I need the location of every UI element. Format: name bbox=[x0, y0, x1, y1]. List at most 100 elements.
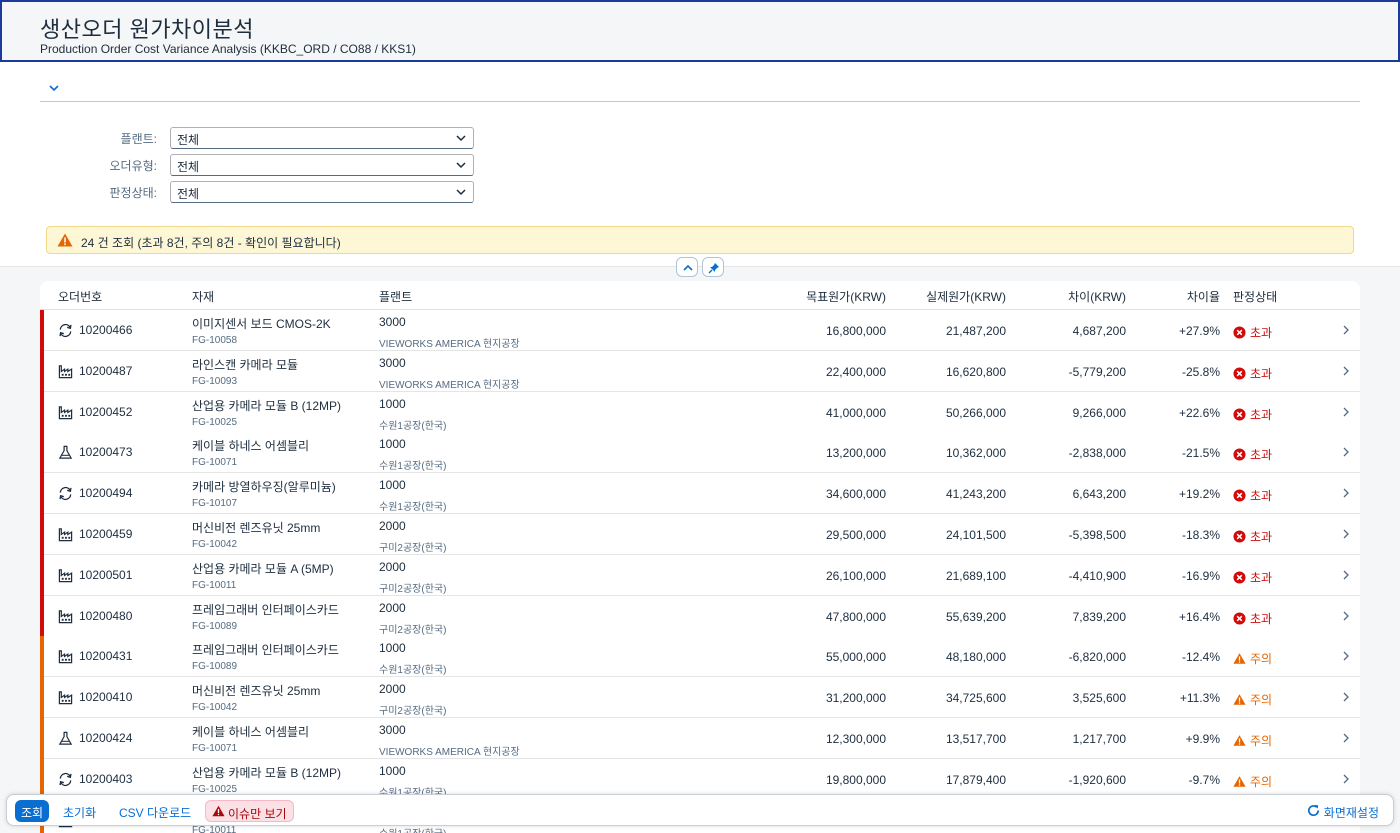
error-icon bbox=[1233, 326, 1250, 340]
chevron-right-icon[interactable] bbox=[1342, 691, 1350, 703]
status-text: 초과 bbox=[1250, 489, 1273, 504]
plant-name: VIEWORKS AMERICA 현지공장 bbox=[379, 339, 520, 350]
filter-status: 판정상태: 전체 bbox=[60, 181, 480, 203]
chevron-up-icon bbox=[683, 264, 693, 271]
col-variance-rate[interactable]: 차이율 bbox=[1187, 288, 1220, 305]
variance-amount: 4,687,200 bbox=[1072, 324, 1126, 338]
row-status-marker bbox=[40, 595, 44, 637]
order-number: 10200403 bbox=[79, 771, 133, 786]
material-code: FG-10042 bbox=[192, 702, 238, 714]
col-order[interactable]: 오더번호 bbox=[58, 288, 102, 305]
chevron-right-icon[interactable] bbox=[1342, 406, 1350, 418]
row-status-marker bbox=[40, 677, 44, 719]
col-material[interactable]: 자재 bbox=[192, 288, 214, 305]
refresh-icon bbox=[58, 323, 73, 338]
chevron-right-icon[interactable] bbox=[1342, 365, 1350, 377]
chevron-right-icon[interactable] bbox=[1342, 528, 1350, 540]
table-row[interactable]: 10200494 카메라 방열하우징(알루미늄) FG-10107 1000 수원1공장… bbox=[40, 473, 1360, 515]
material-name: 라인스캔 카메라 모듈 bbox=[192, 357, 299, 372]
variance-rate: -25.8% bbox=[1181, 364, 1220, 379]
variance-amount: -4,410,900 bbox=[1068, 568, 1126, 583]
chevron-right-icon[interactable] bbox=[1342, 324, 1350, 336]
error-icon bbox=[1233, 612, 1250, 626]
table-row[interactable]: 10200501 산업용 카메라 모듈 A (5MP) FG-10011 2000 구미… bbox=[40, 554, 1360, 596]
factory-icon bbox=[58, 364, 73, 379]
material-name: 케이블 하네스 어셈블리 bbox=[192, 725, 310, 739]
col-actual-cost[interactable]: 실제원가(KRW) bbox=[926, 288, 1006, 305]
csv-download-button[interactable]: CSV 다운로드 bbox=[113, 800, 197, 822]
plant-select-value: 전체 bbox=[177, 133, 200, 147]
table-row[interactable]: 10200410 머신비전 렌즈유닛 25mm FG-10042 2000 구미2공장(… bbox=[40, 677, 1360, 719]
status-badge: 초과 bbox=[1233, 487, 1272, 504]
page-subtitle: Production Order Cost Variance Analysis … bbox=[40, 42, 416, 56]
order-number: 10200452 bbox=[79, 404, 133, 419]
plant-name: VIEWORKS AMERICA 현지공장 bbox=[379, 379, 520, 391]
col-status[interactable]: 판정상태 bbox=[1233, 288, 1277, 305]
pin-header-button[interactable] bbox=[702, 257, 724, 277]
search-button[interactable]: 조회 bbox=[15, 800, 50, 822]
table-row[interactable]: 10200473 케이블 하네스 어셈블리 FG-10071 1000 수원1공장(한국… bbox=[40, 432, 1360, 474]
collapse-header-button[interactable] bbox=[676, 257, 698, 277]
col-target-cost[interactable]: 목표원가(KRW) bbox=[806, 288, 886, 305]
error-icon bbox=[1233, 530, 1250, 544]
chevron-right-icon[interactable] bbox=[1342, 773, 1350, 785]
reset-button[interactable]: 초기화 bbox=[57, 800, 102, 822]
results-table: 오더번호 자재 플랜트 목표원가(KRW) 실제원가(KRW) 차이(KRW) … bbox=[40, 281, 1360, 833]
variance-rate: -18.3% bbox=[1181, 528, 1220, 542]
chevron-right-icon[interactable] bbox=[1342, 487, 1350, 499]
status-badge: 초과 bbox=[1233, 365, 1272, 382]
status-select[interactable]: 전체 bbox=[170, 181, 474, 203]
material-name: 이미지센서 보드 CMOS-2K bbox=[192, 317, 331, 331]
status-text: 초과 bbox=[1250, 570, 1273, 585]
plant-select[interactable]: 전체 bbox=[170, 127, 474, 149]
plant-code: 1000 bbox=[379, 396, 406, 411]
actual-cost: 16,620,800 bbox=[945, 364, 1006, 379]
status-text: 초과 bbox=[1250, 611, 1273, 626]
material-code: FG-10058 bbox=[192, 335, 238, 346]
actual-cost: 24,101,500 bbox=[945, 528, 1006, 542]
chevron-right-icon[interactable] bbox=[1342, 732, 1350, 744]
actual-cost: 13,517,700 bbox=[945, 732, 1006, 746]
plant-code: 1000 bbox=[379, 437, 406, 452]
plant-name: VIEWORKS AMERICA 현지공장 bbox=[379, 747, 520, 758]
col-plant[interactable]: 플랜트 bbox=[379, 288, 412, 305]
issues-only-button[interactable]: 이슈만 보기 bbox=[205, 800, 294, 822]
row-status-marker bbox=[40, 310, 44, 351]
plant-code: 1000 bbox=[379, 763, 406, 778]
table-row[interactable]: 10200466 이미지센서 보드 CMOS-2K FG-10058 3000 VIEW… bbox=[40, 310, 1360, 351]
error-icon bbox=[1233, 571, 1250, 585]
message-text: 24 건 조회 (초과 8건, 주의 8건 - 확인이 필요합니다) bbox=[81, 236, 341, 250]
order-number: 10200431 bbox=[79, 649, 133, 664]
variance-amount: -1,920,600 bbox=[1068, 772, 1126, 787]
plant-name: 구미2공장(한국) bbox=[379, 543, 447, 554]
material-code: FG-10093 bbox=[192, 375, 238, 387]
chevron-right-icon[interactable] bbox=[1342, 569, 1350, 581]
table-row[interactable]: 10200431 프레임그래버 인터페이스카드 FG-10089 1000 수원1공장(… bbox=[40, 636, 1360, 678]
error-icon bbox=[1233, 489, 1250, 503]
chevron-down-icon[interactable] bbox=[48, 82, 64, 96]
chevron-right-icon[interactable] bbox=[1342, 446, 1350, 458]
plant-code: 2000 bbox=[379, 559, 406, 574]
order-type-select[interactable]: 전체 bbox=[170, 154, 474, 176]
chevron-right-icon[interactable] bbox=[1342, 650, 1350, 662]
warning-icon bbox=[1233, 734, 1250, 748]
table-row[interactable]: 10200459 머신비전 렌즈유닛 25mm FG-10042 2000 구미2공장(… bbox=[40, 514, 1360, 555]
target-cost: 19,800,000 bbox=[825, 772, 886, 787]
variance-rate: -21.5% bbox=[1181, 446, 1220, 461]
order-number: 10200466 bbox=[79, 323, 133, 337]
plant-name: 수원1공장(한국) bbox=[379, 502, 447, 514]
flask-icon bbox=[58, 445, 73, 460]
table-row[interactable]: 10200424 케이블 하네스 어셈블리 FG-10071 3000 VIEWORKS… bbox=[40, 718, 1360, 759]
table-row[interactable]: 10200487 라인스캔 카메라 모듈 FG-10093 3000 VIEWORKS … bbox=[40, 350, 1360, 392]
factory-icon bbox=[58, 609, 73, 624]
error-icon bbox=[1233, 408, 1250, 422]
plant-code: 2000 bbox=[379, 682, 406, 697]
col-variance[interactable]: 차이(KRW) bbox=[1068, 288, 1126, 305]
chevron-right-icon[interactable] bbox=[1342, 610, 1350, 622]
row-status-marker bbox=[40, 391, 44, 433]
warning-icon bbox=[1233, 693, 1250, 707]
table-row[interactable]: 10200480 프레임그래버 인터페이스카드 FG-10089 2000 구미2공장(… bbox=[40, 595, 1360, 637]
material-name: 산업용 카메라 모듈 B (12MP) bbox=[192, 765, 342, 780]
table-row[interactable]: 10200452 산업용 카메라 모듈 B (12MP) FG-10025 1000 수… bbox=[40, 391, 1360, 433]
reset-layout-button[interactable]: 화면재설정 bbox=[1302, 800, 1385, 822]
